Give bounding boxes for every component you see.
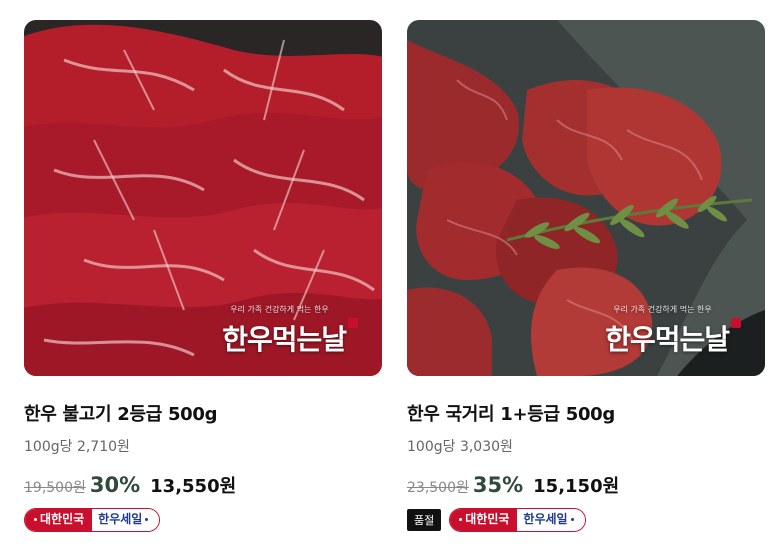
product-title[interactable]: 한우 국거리 1+등급 500g [407,400,765,426]
promo-badge: 대한민국 한우세일 [24,508,161,532]
brand-mark: 우리 가족 건강하게 먹는 한우 한우먹는날 [222,305,358,358]
product-title[interactable]: 한우 불고기 2등급 500g [24,400,382,426]
final-price: 13,550원 [150,476,237,497]
brand-tagline: 우리 가족 건강하게 먹는 한우 [230,305,329,314]
product-grid: 우리 가족 건강하게 먹는 한우 한우먹는날 한우 불고기 2등급 500g 1… [0,0,778,552]
badge-row: 대한민국 한우세일 [24,508,382,532]
price-row: 23,500원 35% 15,150원 [407,472,765,498]
brand-tagline: 우리 가족 건강하게 먹는 한우 [613,305,712,314]
sold-out-badge: 품절 [407,509,442,531]
brand-mark: 우리 가족 건강하게 먹는 한우 한우먹는날 [605,305,741,358]
brand-seal-icon [731,318,741,328]
unit-price: 100g당 3,030원 [407,439,513,455]
original-price: 19,500원 [24,480,86,496]
product-card[interactable]: 우리 가족 건강하게 먹는 한우 한우먹는날 한우 불고기 2등급 500g 1… [24,20,382,532]
product-image[interactable]: 우리 가족 건강하게 먹는 한우 한우먹는날 [407,20,765,376]
discount-rate: 35% [472,473,524,497]
final-price: 15,150원 [533,476,620,497]
promo-badge: 대한민국 한우세일 [449,508,586,532]
discount-rate: 30% [89,473,141,497]
unit-price: 100g당 2,710원 [24,439,130,455]
price-row: 19,500원 30% 13,550원 [24,472,382,498]
product-image[interactable]: 우리 가족 건강하게 먹는 한우 한우먹는날 [24,20,382,376]
product-card[interactable]: 우리 가족 건강하게 먹는 한우 한우먹는날 한우 국거리 1+등급 500g … [407,20,765,532]
original-price: 23,500원 [407,480,469,496]
brand-seal-icon [348,318,358,328]
badge-row: 품절 대한민국 한우세일 [407,508,765,532]
